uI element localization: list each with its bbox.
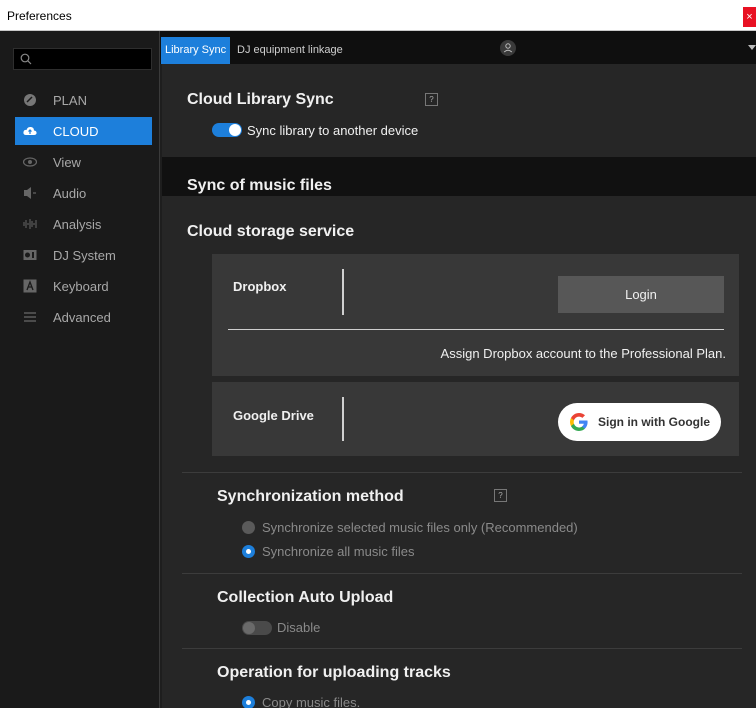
google-signin-button[interactable]: Sign in with Google — [558, 403, 721, 441]
window-titlebar: Preferences × — [0, 0, 756, 31]
dropbox-login-button[interactable]: Login — [558, 276, 724, 313]
sidebar-item-keyboard[interactable]: Keyboard — [15, 272, 152, 300]
keyboard-icon — [23, 279, 37, 293]
chevron-down-icon[interactable] — [748, 45, 756, 50]
tab-dj-equipment-linkage[interactable]: DJ equipment linkage — [233, 37, 347, 64]
plan-icon — [24, 94, 36, 106]
dropbox-card: Dropbox Login Assign Dropbox account to … — [212, 254, 739, 376]
google-drive-card: Google Drive Sign in with Google — [212, 382, 739, 456]
close-icon[interactable]: × — [743, 7, 756, 27]
sidebar-item-cloud[interactable]: CLOUD — [15, 117, 152, 145]
auto-upload-label: Disable — [277, 620, 321, 635]
divider — [182, 472, 742, 473]
toggle-knob — [243, 622, 255, 634]
sync-library-label: Sync library to another device — [247, 123, 419, 138]
auto-upload-toggle[interactable] — [242, 621, 272, 635]
auto-upload-title: Collection Auto Upload — [217, 589, 394, 606]
sidebar-item-label: DJ System — [53, 248, 116, 263]
search-icon — [20, 53, 32, 65]
radio-copy-music-files-label: Copy music files. — [262, 695, 361, 708]
sidebar: PLAN CLOUD View Audio Analysis DJ System… — [0, 31, 160, 708]
menu-lines-icon — [24, 312, 36, 322]
sidebar-item-label: Advanced — [53, 310, 111, 325]
waveform-icon — [23, 219, 37, 229]
separator — [342, 269, 344, 315]
radio-sync-all-label: Synchronize all music files — [262, 544, 415, 559]
sync-music-files-title: Sync of music files — [187, 177, 332, 194]
divider — [182, 648, 742, 649]
search-input[interactable] — [13, 48, 152, 70]
radio-sync-selected-label: Synchronize selected music files only (R… — [262, 520, 578, 535]
separator — [342, 397, 344, 441]
settings-panel: Cloud Library Sync ? Sync library to ano… — [162, 64, 756, 708]
sidebar-item-label: PLAN — [53, 93, 87, 108]
radio-sync-selected[interactable] — [242, 521, 255, 534]
cloud-icon — [23, 126, 37, 135]
sidebar-item-label: View — [53, 155, 81, 170]
toggle-knob — [229, 124, 241, 136]
speaker-icon — [24, 187, 36, 199]
sidebar-item-plan[interactable]: PLAN — [15, 86, 152, 114]
sidebar-item-label: Audio — [53, 186, 87, 201]
cloud-storage-title: Cloud storage service — [187, 223, 355, 240]
divider — [182, 573, 742, 574]
sidebar-item-label: CLOUD — [53, 124, 99, 139]
window-title: Preferences — [7, 9, 72, 23]
dj-system-icon — [23, 250, 37, 260]
tab-library-sync[interactable]: Library Sync — [161, 37, 231, 64]
google-signin-label: Sign in with Google — [598, 415, 710, 429]
sync-library-toggle[interactable] — [212, 123, 242, 137]
dropbox-name: Dropbox — [233, 279, 287, 294]
eye-icon — [23, 157, 37, 167]
radio-copy-music-files[interactable] — [242, 696, 255, 708]
sync-music-files-header: Sync of music files — [162, 157, 756, 196]
help-icon[interactable]: ? — [494, 489, 507, 502]
sidebar-item-label: Analysis — [53, 217, 102, 232]
uploading-title: Operation for uploading tracks — [217, 664, 451, 681]
help-icon[interactable]: ? — [425, 93, 438, 106]
google-g-icon — [570, 413, 588, 431]
sidebar-item-audio[interactable]: Audio — [15, 179, 152, 207]
sidebar-item-dj-system[interactable]: DJ System — [15, 241, 152, 269]
sidebar-item-analysis[interactable]: Analysis — [15, 210, 152, 238]
google-drive-name: Google Drive — [233, 408, 314, 423]
sync-method-title: Synchronization method — [217, 488, 404, 505]
dropbox-assign-note: Assign Dropbox account to the Profession… — [440, 346, 726, 361]
sidebar-item-advanced[interactable]: Advanced — [15, 303, 152, 331]
sidebar-item-view[interactable]: View — [15, 148, 152, 176]
sidebar-item-label: Keyboard — [53, 279, 109, 294]
user-icon[interactable] — [500, 40, 516, 56]
divider — [228, 329, 724, 330]
cloud-library-sync-title: Cloud Library Sync — [187, 91, 334, 108]
radio-sync-all[interactable] — [242, 545, 255, 558]
tab-bar: Library Sync DJ equipment linkage — [160, 31, 756, 64]
